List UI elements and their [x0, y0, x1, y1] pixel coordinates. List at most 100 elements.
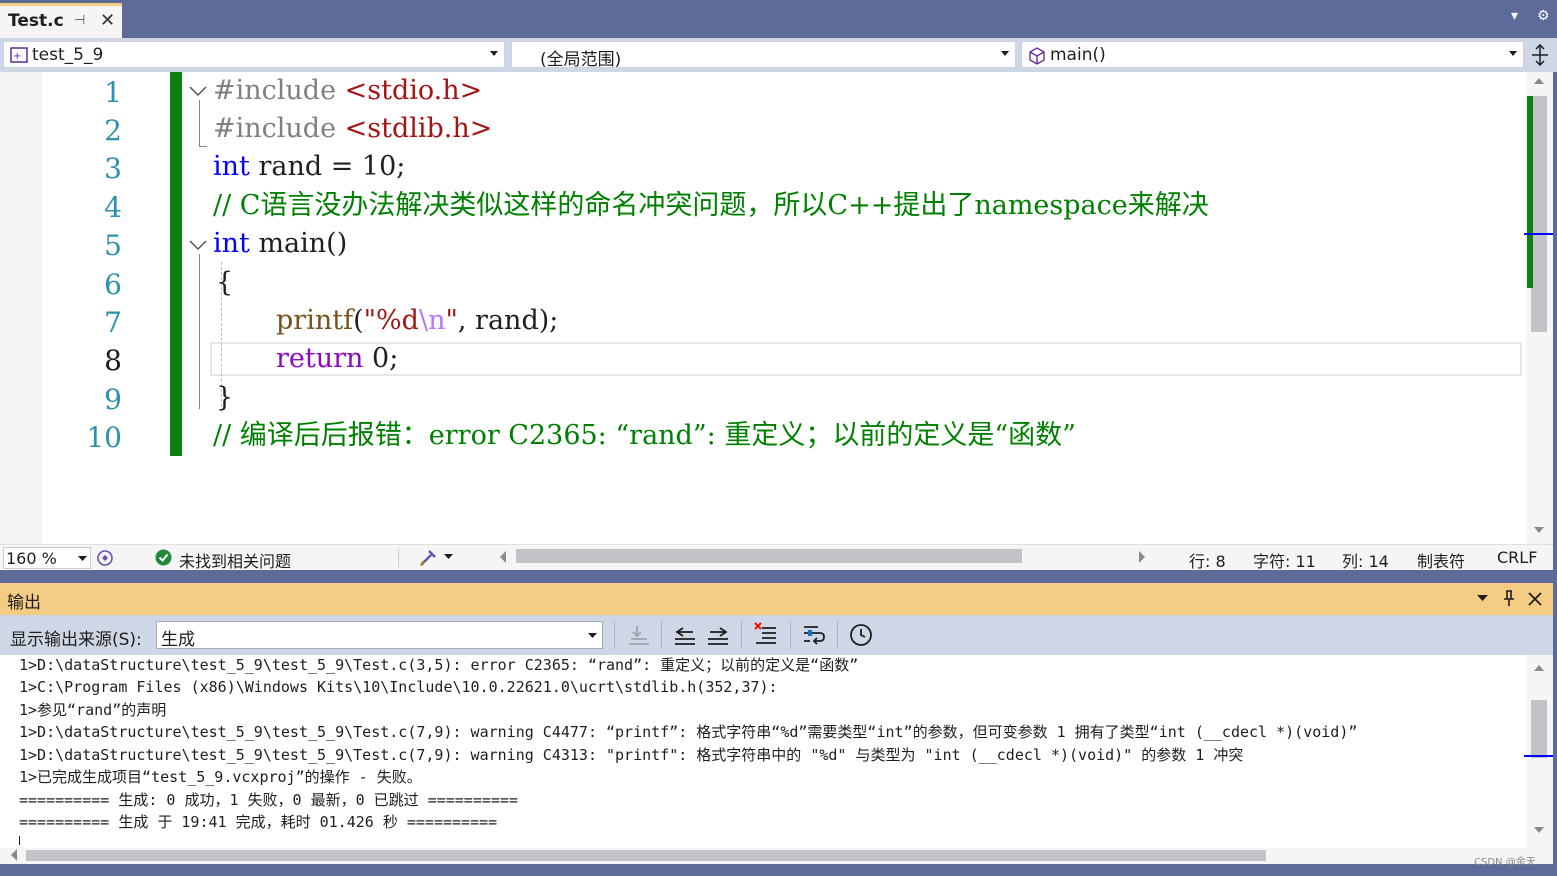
window-menu-chevron-icon[interactable] — [1477, 595, 1488, 602]
code-line-5[interactable]: int main() — [213, 225, 347, 263]
glyph-margin — [0, 72, 42, 544]
line-number: 4 — [104, 191, 122, 224]
line-number: 1 — [104, 76, 122, 109]
scope-combo[interactable]: (全局范围) — [511, 41, 1016, 70]
preprocessor: #include — [213, 113, 345, 144]
code-text: ; — [389, 343, 399, 374]
chevron-down-icon[interactable] — [444, 554, 453, 560]
toolbar-separator — [741, 621, 742, 649]
find-message-in-code-icon[interactable] — [627, 624, 651, 646]
tab-test-c[interactable]: Test.c ⊣ ✕ — [0, 3, 122, 38]
output-line: 1>参见“rand”的声明 — [19, 701, 167, 719]
settings-icon[interactable]: ⚙ — [1537, 8, 1550, 24]
clock-icon[interactable] — [849, 623, 873, 647]
scroll-change-marker — [1527, 96, 1533, 288]
code-line-6[interactable]: { — [216, 264, 233, 302]
scroll-down-icon[interactable] — [1533, 525, 1545, 535]
toggle-word-wrap-icon[interactable] — [802, 623, 826, 645]
clear-all-icon[interactable] — [754, 622, 778, 646]
check-circle-icon — [155, 549, 172, 566]
fold-guide-end — [199, 146, 207, 147]
issues-status[interactable]: 未找到相关问题 — [179, 548, 291, 572]
cube-icon — [1029, 47, 1045, 65]
chevron-down-icon — [78, 556, 87, 561]
code-line-4[interactable]: // C语言没办法解决类似这样的命名冲突问题，所以C++提出了namespace… — [213, 187, 1209, 225]
char-indicator[interactable]: 字符: 11 — [1253, 548, 1316, 572]
code-line-10[interactable]: // 编译后后报错：error C2365: “rand”: 重定义；以前的定义… — [213, 417, 1076, 455]
scroll-left-icon[interactable] — [498, 550, 507, 564]
output-caret — [19, 836, 20, 845]
previous-message-icon[interactable] — [673, 624, 697, 646]
code-line-1[interactable]: #include <stdio.h> — [213, 72, 482, 110]
zoom-combo[interactable]: 160 % — [3, 547, 91, 569]
scroll-down-icon[interactable] — [1533, 825, 1545, 835]
code-text: , rand); — [457, 305, 559, 336]
preprocessor: #include — [213, 75, 345, 106]
line-number: 2 — [104, 114, 122, 147]
toolbar-separator — [661, 621, 662, 649]
project-combo[interactable]: + test_5_9 — [3, 41, 505, 68]
close-icon[interactable]: ✕ — [100, 10, 115, 31]
include-path: <stdio.h> — [344, 75, 483, 106]
code-cleanup-icon[interactable] — [418, 548, 440, 568]
output-horizontal-scroll-thumb[interactable] — [26, 850, 1266, 861]
toolbar-separator — [614, 621, 615, 649]
include-path: <stdlib.h> — [344, 113, 493, 144]
intellicode-icon[interactable] — [96, 549, 114, 567]
output-toolbar: 显示输出来源(S): 生成 — [0, 615, 1553, 655]
change-tracking-bar — [170, 72, 182, 456]
code-line-2[interactable]: #include <stdlib.h> — [213, 110, 492, 148]
line-number: 3 — [104, 152, 122, 185]
line-indicator[interactable]: 行: 8 — [1189, 548, 1226, 572]
pin-icon[interactable]: ⊣ — [74, 13, 85, 28]
tab-mode-indicator[interactable]: 制表符 — [1417, 548, 1465, 572]
code-text: ( — [353, 305, 364, 336]
scroll-up-icon[interactable] — [1533, 76, 1545, 86]
output-panel-title-bar: 输出 — [0, 583, 1553, 615]
pin-icon[interactable] — [1503, 590, 1515, 607]
code-line-7[interactable]: printf("%d\n", rand); — [276, 302, 558, 340]
output-source-combo[interactable]: 生成 — [156, 621, 603, 650]
output-line: ========== 生成 于 19:41 完成，耗时 01.426 秒 ===… — [19, 813, 498, 831]
scroll-left-icon[interactable] — [9, 848, 18, 862]
chevron-down-icon — [1509, 51, 1517, 56]
string-literal: " — [445, 305, 458, 336]
editor-horizontal-scroll-thumb[interactable] — [516, 549, 1022, 563]
line-number: 7 — [104, 306, 122, 339]
line-number: 9 — [104, 383, 122, 416]
comment: // C语言没办法解决类似这样的命名冲突问题，所以C++提出了namespace… — [213, 190, 1209, 221]
output-line: 1>D:\dataStructure\test_5_9\test_5_9\Tes… — [19, 656, 859, 674]
output-line: 1>C:\Program Files (x86)\Windows Kits\10… — [19, 678, 778, 696]
member-combo[interactable]: main() — [1021, 41, 1524, 68]
output-scroll-thumb[interactable] — [1531, 700, 1547, 758]
line-number: 5 — [104, 229, 122, 262]
chevron-down-icon — [588, 633, 597, 638]
collapse-icon[interactable] — [188, 238, 208, 252]
next-message-icon[interactable] — [706, 624, 730, 646]
code-line-8[interactable]: return 0; — [276, 340, 398, 378]
collapse-icon[interactable] — [188, 84, 208, 98]
scroll-right-icon[interactable] — [1138, 550, 1147, 564]
chevron-down-icon — [1001, 51, 1009, 56]
line-number-current: 8 — [104, 344, 122, 377]
col-indicator[interactable]: 列: 14 — [1342, 548, 1389, 572]
close-icon[interactable] — [1528, 592, 1542, 606]
function-name: printf — [276, 305, 354, 336]
line-number: 10 — [86, 421, 122, 454]
line-ending-indicator[interactable]: CRLF — [1497, 548, 1537, 567]
project-name: test_5_9 — [32, 45, 104, 65]
tab-title: Test.c — [8, 11, 64, 31]
current-line-highlight — [210, 342, 1522, 376]
navigation-bar: + test_5_9 (全局范围) main() — [0, 38, 1557, 72]
code-line-9[interactable]: } — [216, 379, 233, 417]
split-window-icon[interactable] — [1530, 44, 1550, 66]
zoom-value: 160 % — [6, 549, 57, 568]
tab-list-dropdown-icon[interactable]: ▾ — [1511, 8, 1518, 24]
code-line-3[interactable]: int rand = 10; — [213, 148, 405, 186]
editor-scroll-thumb[interactable] — [1531, 96, 1547, 332]
code-text: } — [216, 382, 234, 413]
scroll-up-icon[interactable] — [1533, 663, 1545, 673]
code-text: { — [216, 267, 234, 298]
comment: // 编译后后报错：error C2365: “rand”: 重定义；以前的定义… — [213, 420, 1076, 451]
toolbar-separator — [837, 621, 838, 649]
